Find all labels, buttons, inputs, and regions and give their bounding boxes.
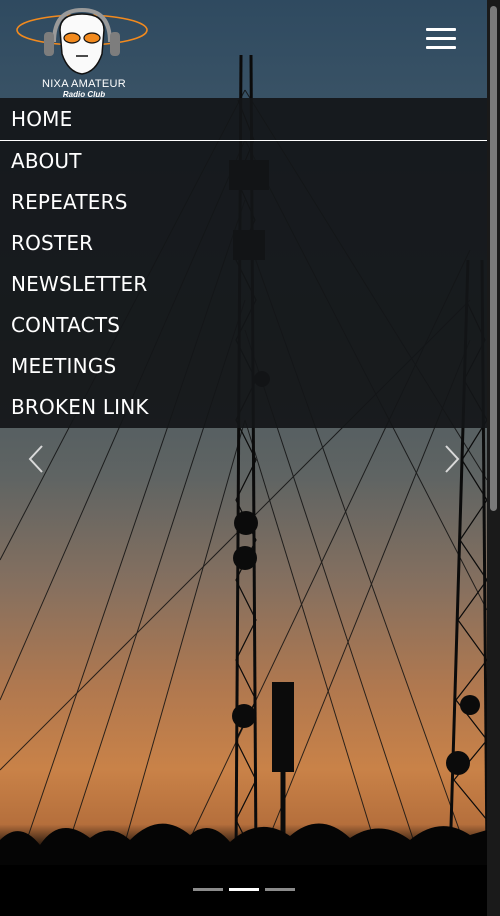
carousel-next-button[interactable] (437, 442, 463, 476)
carousel-indicator-3[interactable] (265, 888, 295, 891)
hamburger-menu-icon-bar (426, 28, 456, 31)
logo-text-club-name: NIXA AMATEUR (41, 78, 127, 90)
hamburger-menu-icon-bar (426, 37, 456, 40)
nav-item-roster[interactable]: ROSTER (0, 223, 487, 264)
main-nav-menu: HOME ABOUT REPEATERS ROSTER NEWSLETTER C… (0, 98, 487, 428)
nav-item-contacts[interactable]: CONTACTS (0, 305, 487, 346)
hamburger-menu-icon-bar (426, 46, 456, 49)
nav-item-about[interactable]: ABOUT (0, 141, 487, 182)
page: NIXA AMATEUR Radio Club HOME ABOUT REPEA… (0, 0, 500, 916)
nav-item-broken-link[interactable]: BROKEN LINK (0, 387, 487, 428)
chevron-left-icon (28, 445, 43, 473)
club-logo[interactable]: NIXA AMATEUR Radio Club (14, 7, 150, 99)
carousel-indicator-2[interactable] (229, 888, 259, 891)
nav-item-meetings[interactable]: MEETINGS (0, 346, 487, 387)
carousel-indicators (193, 887, 303, 893)
carousel-indicator-1[interactable] (193, 888, 223, 891)
page-scrollbar[interactable] (487, 0, 500, 916)
nav-item-newsletter[interactable]: NEWSLETTER (0, 264, 487, 305)
nav-item-home[interactable]: HOME (0, 98, 487, 141)
nav-item-repeaters[interactable]: REPEATERS (0, 182, 487, 223)
hamburger-menu-button[interactable] (424, 26, 458, 52)
chevron-right-icon (445, 445, 460, 473)
carousel-prev-button[interactable] (25, 442, 51, 476)
scrollbar-thumb[interactable] (490, 6, 497, 511)
headphone-mask-logo-icon (16, 7, 148, 75)
